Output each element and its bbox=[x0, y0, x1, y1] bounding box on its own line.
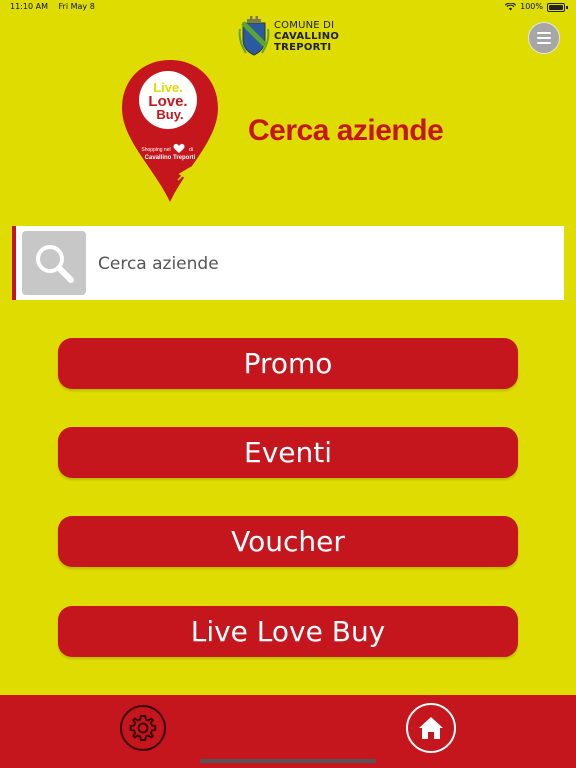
bottom-tab-bar bbox=[0, 695, 576, 768]
search-input[interactable] bbox=[96, 246, 540, 282]
hamburger-menu-button[interactable] bbox=[528, 22, 560, 54]
hamburger-icon-line bbox=[537, 32, 551, 34]
org-line2: CAVALLINO bbox=[274, 30, 340, 42]
battery-tip bbox=[566, 5, 568, 9]
status-left: 11:10 AM Fri May 8 bbox=[10, 0, 103, 14]
promo-button[interactable]: Promo bbox=[58, 338, 518, 389]
search-bar bbox=[12, 226, 564, 300]
hamburger-icon-line bbox=[537, 42, 551, 44]
search-icon bbox=[36, 245, 74, 283]
home-button[interactable] bbox=[406, 703, 456, 753]
crest-icon bbox=[238, 16, 270, 56]
status-right: 100% bbox=[505, 0, 568, 14]
eventi-button[interactable]: Eventi bbox=[58, 427, 518, 478]
org-line3: TREPORTI bbox=[274, 41, 332, 53]
org-name: COMUNE DI CAVALLINO TREPORTI bbox=[274, 20, 339, 53]
battery-percent: 100% bbox=[520, 2, 543, 11]
live-love-buy-pin-logo: Live. Love. Buy. Shopping nel di Cavalli… bbox=[122, 60, 218, 202]
status-bar: 11:10 AM Fri May 8 100% bbox=[0, 0, 576, 14]
page-title: Cerca aziende bbox=[248, 114, 444, 147]
home-indicator bbox=[200, 759, 376, 763]
wifi-icon bbox=[505, 3, 517, 11]
org-line1: COMUNE DI bbox=[274, 19, 335, 31]
logo-tagline-suffix: di bbox=[189, 147, 193, 153]
logo-line3: Buy. bbox=[156, 107, 183, 122]
gear-icon bbox=[129, 715, 157, 741]
search-button[interactable] bbox=[22, 231, 86, 295]
settings-button[interactable] bbox=[120, 705, 166, 751]
logo-tagline: Shopping nel bbox=[141, 147, 170, 153]
municipality-logo: COMUNE DI CAVALLINO TREPORTI bbox=[238, 14, 339, 58]
status-date: Fri May 8 bbox=[58, 2, 95, 11]
home-icon bbox=[419, 717, 443, 739]
logo-place: Cavallino Treporti bbox=[145, 155, 196, 161]
hamburger-icon-line bbox=[537, 37, 551, 39]
status-time: 11:10 AM bbox=[10, 2, 48, 11]
battery-icon bbox=[547, 2, 565, 12]
live-love-buy-button[interactable]: Live Love Buy bbox=[58, 606, 518, 657]
voucher-button[interactable]: Voucher bbox=[58, 516, 518, 567]
